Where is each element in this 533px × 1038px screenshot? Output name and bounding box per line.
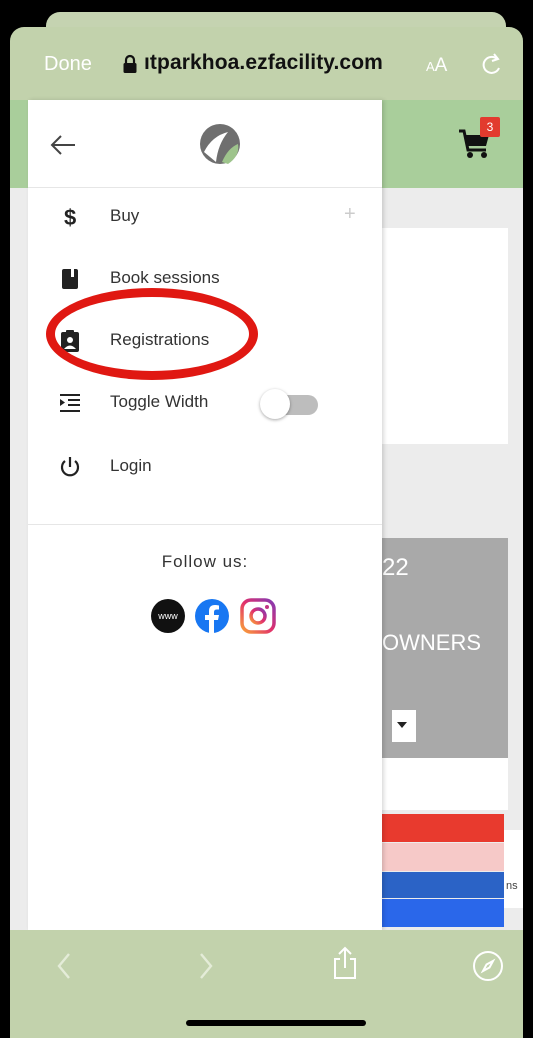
side-drawer: $ Buy + Book sessions Registrations Togg… xyxy=(28,100,382,930)
highlight-ellipse xyxy=(46,288,258,380)
banner-year: 22 xyxy=(382,554,409,581)
menu-label-book-sessions: Book sessions xyxy=(110,268,220,287)
cart-badge: 3 xyxy=(480,117,500,137)
menu-label-login: Login xyxy=(110,456,152,475)
done-button[interactable]: Done xyxy=(44,53,92,76)
color-bar-blue xyxy=(382,872,504,898)
color-bar-red xyxy=(382,814,504,842)
home-indicator[interactable] xyxy=(186,1020,366,1026)
menu-item-toggle-width[interactable]: Toggle Width xyxy=(28,379,382,427)
chevron-left-icon[interactable] xyxy=(56,952,72,980)
www-icon[interactable]: www xyxy=(150,598,186,634)
compass-icon[interactable] xyxy=(472,950,504,982)
content-card xyxy=(382,228,508,444)
dollar-icon: $ xyxy=(64,205,76,229)
reload-icon[interactable] xyxy=(480,52,504,78)
arrow-left-icon[interactable] xyxy=(50,134,76,156)
aa-large: A xyxy=(434,55,448,76)
owners-banner: 22 OWNERS xyxy=(382,538,508,758)
indent-icon xyxy=(60,394,80,412)
toggle-width-switch[interactable] xyxy=(252,389,318,419)
share-icon[interactable] xyxy=(332,946,358,980)
aa-small: A xyxy=(426,59,435,74)
www-icon-text: www xyxy=(157,611,178,621)
menu-item-buy[interactable]: $ Buy + xyxy=(28,193,382,241)
dropdown-caret[interactable] xyxy=(392,710,416,742)
expand-plus-icon[interactable]: + xyxy=(344,203,356,226)
color-bar-pink xyxy=(382,843,504,871)
menu-label-toggle-width: Toggle Width xyxy=(110,392,209,411)
drawer-header-divider xyxy=(28,187,382,188)
book-icon xyxy=(62,269,78,289)
instagram-icon[interactable] xyxy=(240,598,276,634)
drawer-section-divider xyxy=(28,524,382,525)
menu-label-buy: Buy xyxy=(110,206,140,225)
power-icon xyxy=(60,457,80,477)
content-strip xyxy=(382,758,508,810)
logo-icon[interactable] xyxy=(198,122,242,166)
phone-screen: Done ıtparkhoa.ezfacility.com AA 3 22 OW… xyxy=(10,0,523,1038)
svg-text:$: $ xyxy=(64,205,76,229)
chevron-right-icon[interactable] xyxy=(198,952,214,980)
lock-icon xyxy=(123,54,137,73)
reader-aa-button[interactable]: AA xyxy=(426,55,447,77)
menu-item-login[interactable]: Login xyxy=(28,443,382,491)
browser-toolbar xyxy=(10,930,523,1038)
banner-owners: OWNERS xyxy=(382,630,481,655)
url-text[interactable]: ıtparkhoa.ezfacility.com xyxy=(144,51,383,75)
switch-knob xyxy=(260,389,290,419)
facebook-icon[interactable] xyxy=(194,598,230,634)
color-bar-bright-blue xyxy=(382,899,504,927)
follow-us-label: Follow us: xyxy=(161,552,249,571)
side-widget-text: ns xyxy=(506,880,518,892)
side-widget[interactable]: ns xyxy=(504,830,523,908)
